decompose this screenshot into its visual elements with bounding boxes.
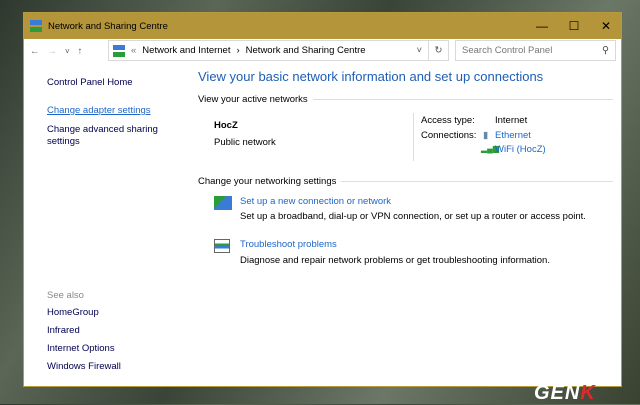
ethernet-link[interactable]: Ethernet (495, 130, 531, 141)
access-type-label: Access type: (421, 115, 475, 126)
search-input[interactable]: Search Control Panel ⚲ (455, 40, 616, 61)
close-button[interactable]: ✕ (590, 13, 622, 39)
up-button[interactable]: ↑ (78, 46, 83, 57)
breadcrumb-separator[interactable]: › (236, 45, 239, 56)
connections-label: Connections: (421, 130, 477, 141)
change-adapter-settings-link[interactable]: Change adapter settings (47, 105, 151, 116)
windows-firewall-link[interactable]: Windows Firewall (47, 361, 121, 372)
watermark-text: GEN (534, 382, 581, 404)
infrared-link[interactable]: Infrared (47, 325, 80, 336)
maximize-button[interactable]: ☐ (558, 13, 590, 39)
homegroup-link[interactable]: HomeGroup (47, 307, 99, 318)
network-type[interactable]: Public network (214, 137, 276, 148)
ethernet-icon: ▮ (483, 130, 489, 141)
control-panel-home-link[interactable]: Control Panel Home (47, 77, 133, 88)
window-title: Network and Sharing Centre (48, 20, 168, 32)
recent-locations-button[interactable]: ˅ (65, 47, 70, 56)
title-bar: Network and Sharing Centre — ☐ ✕ (24, 13, 621, 39)
network-icon (113, 44, 125, 57)
access-type-value: Internet (495, 115, 528, 126)
minimize-button[interactable]: — (526, 13, 558, 39)
back-button[interactable]: ← (30, 46, 40, 57)
address-bar[interactable]: « Network and Internet › Network and Sha… (108, 40, 449, 61)
address-dropdown[interactable]: ˅ (416, 45, 422, 56)
active-networks-heading: View your active networks (198, 94, 613, 105)
new-connection-icon (214, 196, 232, 210)
troubleshoot-desc: Diagnose and repair network problems or … (240, 255, 550, 266)
troubleshoot-link[interactable]: Troubleshoot problems (240, 239, 337, 250)
overflow-chevron[interactable]: « (131, 45, 136, 56)
forward-button[interactable]: → (48, 46, 58, 57)
search-placeholder: Search Control Panel (462, 45, 553, 56)
genk-watermark: GENK (534, 382, 596, 405)
troubleshoot-icon (214, 239, 230, 253)
divider (413, 113, 414, 161)
section-label: View your active networks (198, 94, 308, 105)
breadcrumb-sharing-centre[interactable]: Network and Sharing Centre (246, 45, 366, 56)
page-title: View your basic network information and … (198, 69, 544, 84)
see-also-label: See also (47, 290, 84, 301)
internet-options-link[interactable]: Internet Options (47, 343, 115, 354)
search-icon[interactable]: ⚲ (602, 45, 609, 56)
breadcrumb-network-internet[interactable]: Network and Internet (142, 45, 230, 56)
section-label: Change your networking settings (198, 176, 337, 187)
change-settings-heading: Change your networking settings (198, 176, 613, 187)
wifi-link[interactable]: WiFi (HocZ) (495, 144, 546, 155)
refresh-button[interactable]: ↻ (428, 41, 448, 60)
network-name: HocZ (214, 120, 238, 131)
setup-connection-desc: Set up a broadband, dial-up or VPN conne… (240, 211, 586, 222)
window: Network and Sharing Centre — ☐ ✕ ← → ˅ ↑… (23, 12, 622, 387)
change-advanced-sharing-link[interactable]: Change advanced sharing settings (47, 124, 167, 148)
watermark-accent: K (580, 382, 596, 404)
network-icon (30, 20, 42, 32)
setup-connection-link[interactable]: Set up a new connection or network (240, 196, 391, 207)
